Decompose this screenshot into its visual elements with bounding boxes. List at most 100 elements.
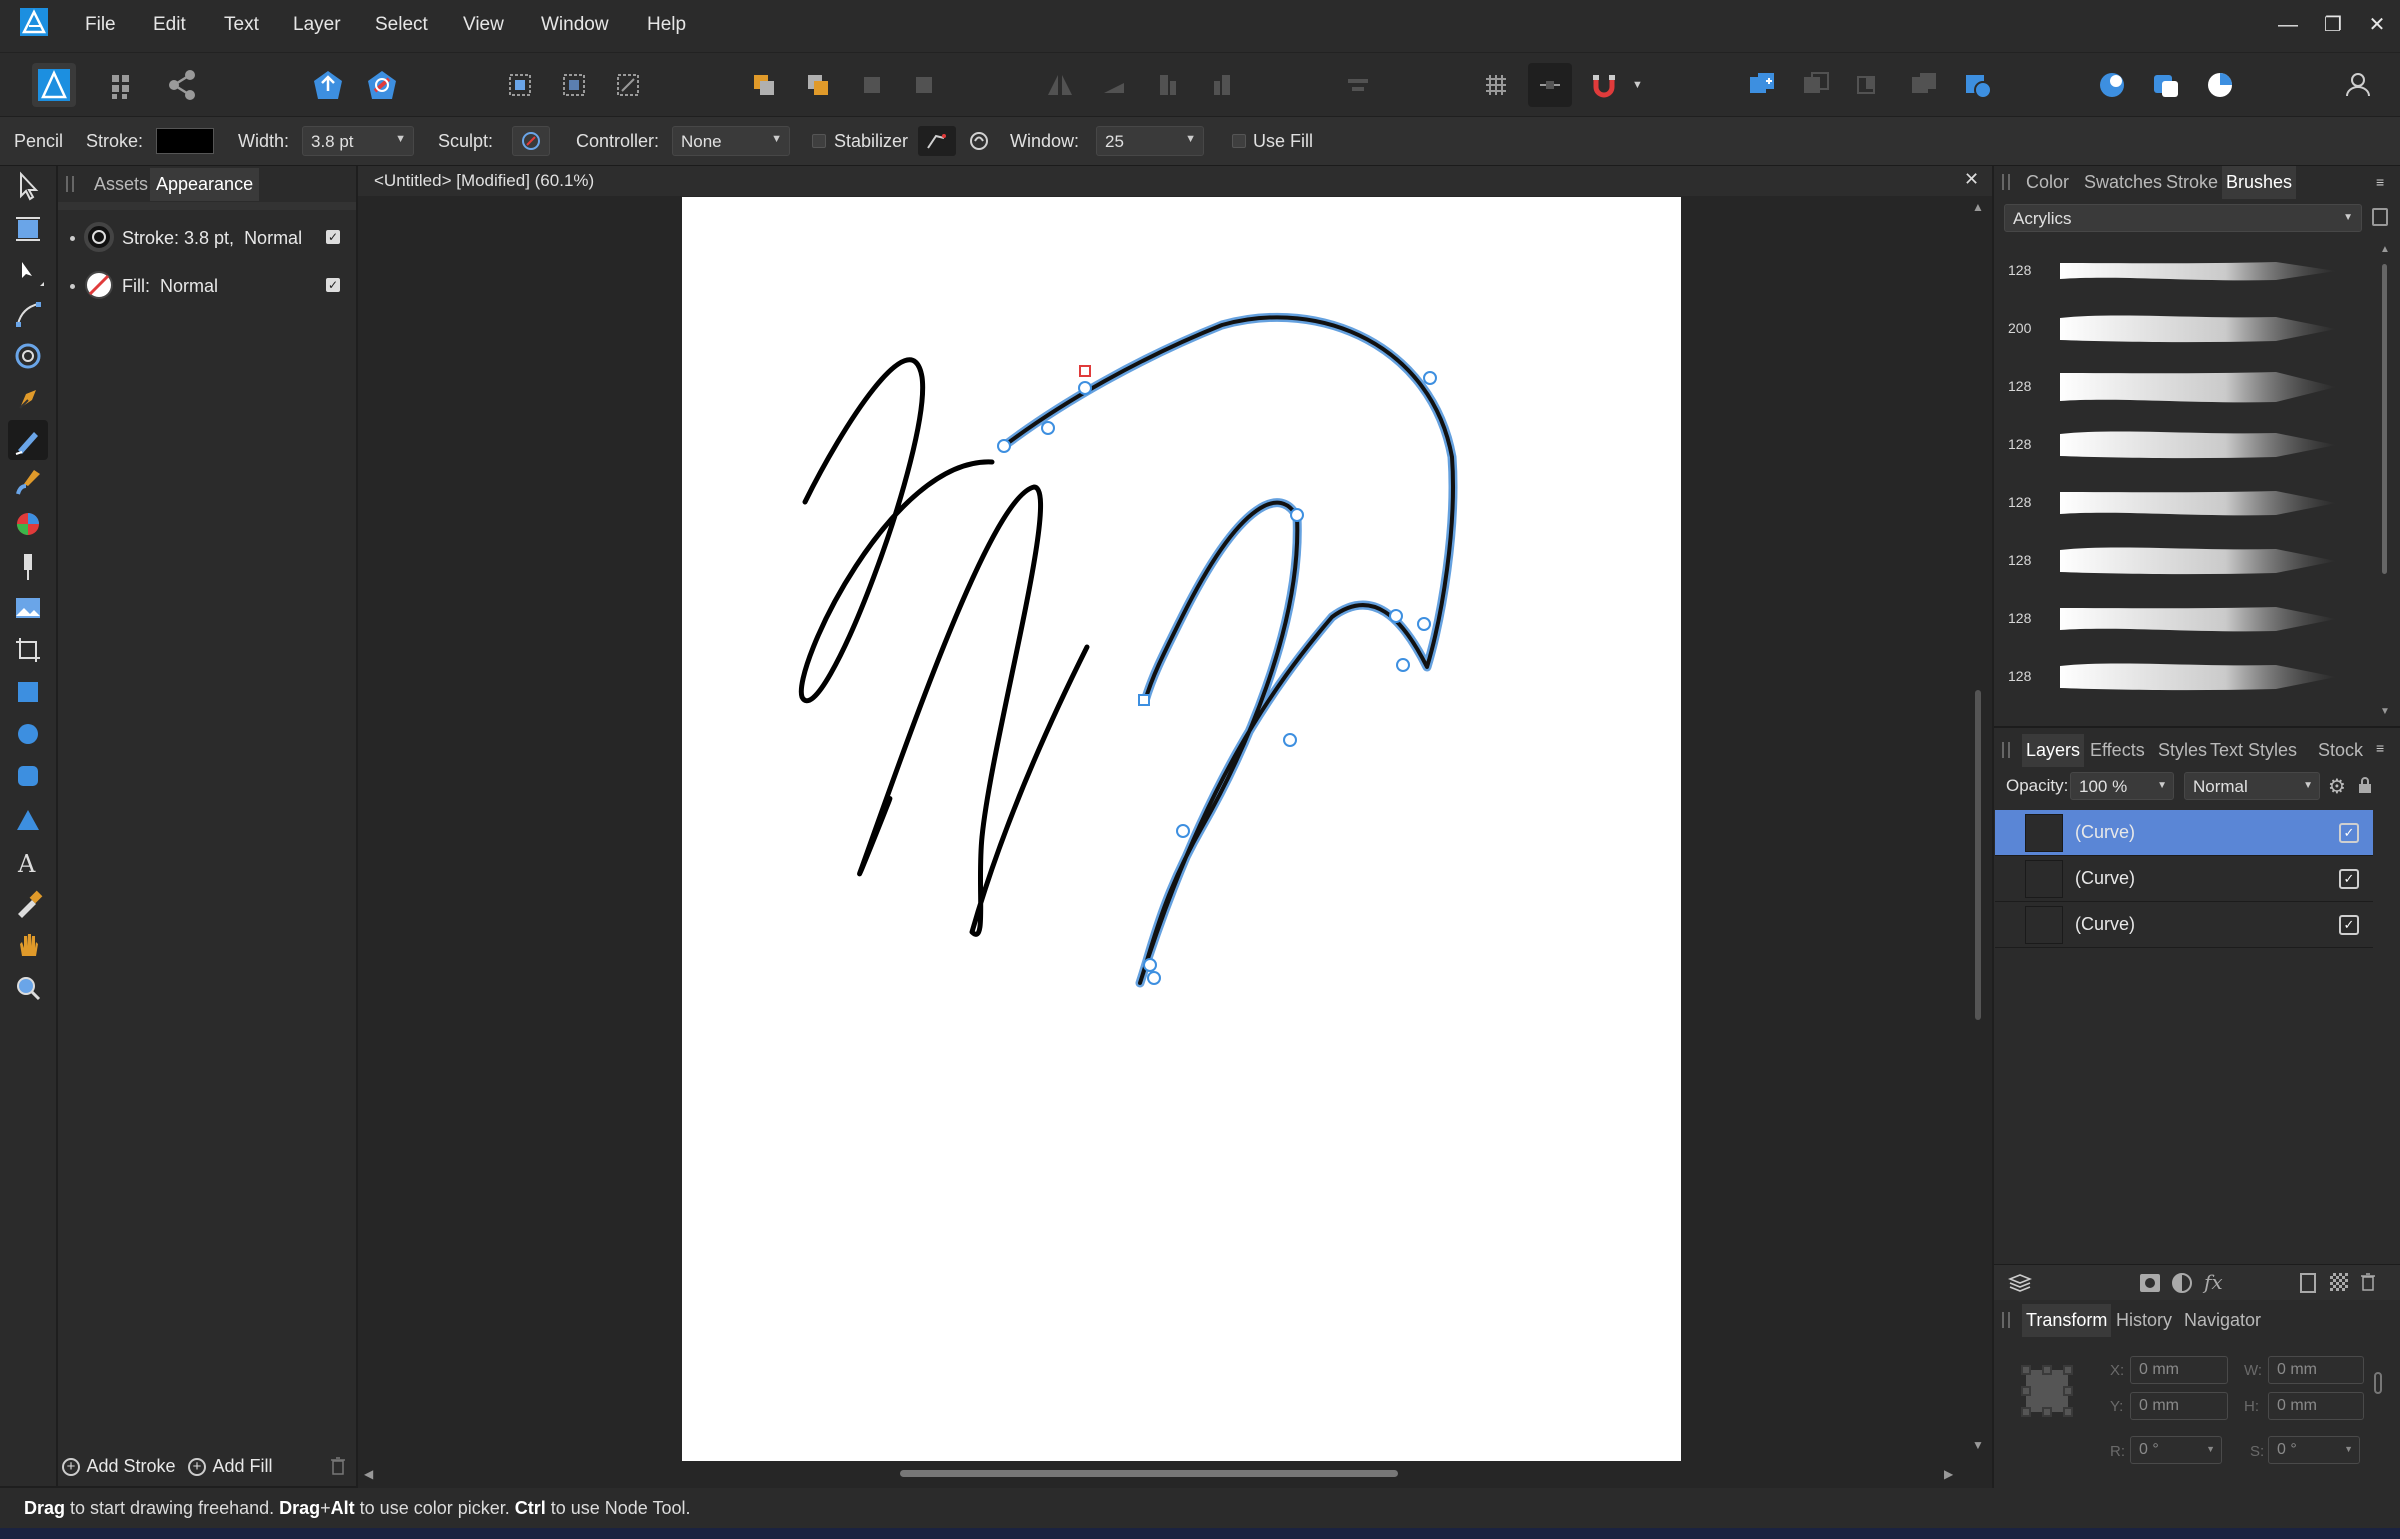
brush-preset[interactable]: 128 <box>2008 416 2378 474</box>
path-node[interactable] <box>1396 658 1410 672</box>
scroll-up-icon[interactable]: ▲ <box>1972 200 1984 214</box>
brush-preset[interactable]: 128 <box>2008 648 2378 706</box>
no-fill-swatch-icon[interactable] <box>84 270 114 300</box>
controller-dropdown[interactable]: None ▼ <box>672 126 790 156</box>
boolean-divide-icon[interactable] <box>1956 63 2000 107</box>
ellipse-tool-icon[interactable] <box>8 714 48 754</box>
tab-navigator[interactable]: Navigator <box>2180 1304 2265 1337</box>
node-tool-icon[interactable] <box>8 252 48 292</box>
arrange-back-icon[interactable] <box>742 63 786 107</box>
sync-icon[interactable] <box>306 63 350 107</box>
snapping-magnet-icon[interactable] <box>1582 63 1626 107</box>
panel-menu-icon[interactable]: ≡ <box>2376 174 2384 190</box>
menu-view[interactable]: View <box>463 14 504 36</box>
path-node[interactable] <box>1417 617 1431 631</box>
opacity-dropdown[interactable]: 100 % ▼ <box>2070 772 2174 800</box>
layer-row[interactable]: (Curve) ✓ <box>1995 856 2373 902</box>
tab-stroke[interactable]: Stroke <box>2162 166 2222 199</box>
new-layer-icon[interactable] <box>2300 1273 2316 1293</box>
selected-curve[interactable] <box>1002 315 1455 985</box>
boolean-xor-icon[interactable] <box>1902 63 1946 107</box>
arrange-top-icon[interactable] <box>902 63 946 107</box>
horizontal-scrollbar[interactable] <box>900 1470 1398 1477</box>
new-pixel-layer-icon[interactable] <box>2330 1273 2348 1291</box>
layer-row[interactable]: (Curve) ✓ <box>1995 810 2373 856</box>
insert-inside-icon[interactable] <box>2090 63 2134 107</box>
text-tool-icon[interactable]: A <box>8 842 48 882</box>
invert-selection-icon[interactable] <box>606 63 650 107</box>
contour-tool-icon[interactable] <box>8 336 48 376</box>
menu-text[interactable]: Text <box>224 14 259 36</box>
shear-field[interactable]: 0 ° ▼ <box>2268 1436 2360 1464</box>
flip-vertical-icon[interactable] <box>1092 63 1136 107</box>
move-tool-icon[interactable] <box>8 166 48 206</box>
snapping-dropdown-icon[interactable]: ▼ <box>1632 79 1643 91</box>
brush-list-scroll-up-icon[interactable]: ▲ <box>2380 244 2390 255</box>
tab-text-styles[interactable]: Text Styles <box>2206 734 2301 767</box>
brush-list-view-icon[interactable] <box>2372 208 2388 226</box>
scroll-right-icon[interactable]: ▶ <box>1944 1467 1953 1481</box>
menu-help[interactable]: Help <box>647 14 686 36</box>
pen-tool-icon[interactable] <box>8 378 48 418</box>
stroke-color-swatch[interactable] <box>156 128 214 154</box>
add-stroke-button[interactable]: + Add Stroke <box>62 1456 176 1480</box>
mask-icon[interactable] <box>2140 1274 2160 1292</box>
vector-brush-tool-icon[interactable] <box>8 462 48 502</box>
sculpt-mode-icon[interactable] <box>512 126 550 156</box>
tab-color[interactable]: Color <box>2022 166 2073 199</box>
path-start-node[interactable] <box>1079 365 1091 377</box>
link-icon[interactable] <box>2374 1372 2382 1394</box>
add-fill-button[interactable]: + Add Fill <box>188 1456 272 1480</box>
blend-mode-dropdown[interactable]: Normal ▼ <box>2184 772 2320 800</box>
panel-grip-icon[interactable] <box>2002 1312 2010 1328</box>
rounded-rectangle-tool-icon[interactable] <box>8 756 48 796</box>
zoom-tool-icon[interactable] <box>8 968 48 1008</box>
tab-stock[interactable]: Stock <box>2314 734 2367 767</box>
lock-icon[interactable] <box>2358 776 2372 793</box>
fx-icon[interactable]: fx <box>2204 1270 2223 1294</box>
triangle-tool-icon[interactable] <box>8 800 48 840</box>
pencil-tool-icon[interactable] <box>8 420 48 460</box>
layer-visibility-checkbox[interactable]: ✓ <box>2339 823 2359 843</box>
stroke-visible-checkbox[interactable]: ✓ <box>326 230 340 244</box>
designer-persona-icon[interactable] <box>32 63 76 107</box>
menu-edit[interactable]: Edit <box>153 14 186 36</box>
path-node[interactable] <box>1176 824 1190 838</box>
x-field[interactable]: 0 mm <box>2130 1356 2228 1384</box>
select-all-icon[interactable] <box>498 63 542 107</box>
panel-grip-icon[interactable] <box>66 176 74 192</box>
assistant-icon[interactable] <box>360 63 404 107</box>
app-logo-icon[interactable] <box>20 8 48 36</box>
align-icon[interactable] <box>1336 63 1380 107</box>
flip-horizontal-icon[interactable] <box>1038 63 1082 107</box>
fill-row[interactable]: Fill: Normal ✓ <box>58 268 356 304</box>
rectangle-tool-icon[interactable] <box>8 672 48 712</box>
rope-mode-icon[interactable] <box>918 126 956 156</box>
close-document-icon[interactable]: ✕ <box>1964 169 1979 190</box>
menu-file[interactable]: File <box>85 14 116 36</box>
layer-visibility-checkbox[interactable]: ✓ <box>2339 915 2359 935</box>
tab-transform[interactable]: Transform <box>2022 1304 2112 1337</box>
fill-tool-icon[interactable] <box>8 504 48 544</box>
delete-icon[interactable] <box>330 1456 346 1476</box>
snapping-mode-icon[interactable] <box>1528 63 1572 107</box>
tab-assets[interactable]: Assets <box>88 168 154 201</box>
insert-top-icon[interactable] <box>2198 63 2242 107</box>
boolean-add-icon[interactable] <box>1740 63 1784 107</box>
brush-category-dropdown[interactable]: Acrylics ▼ <box>2004 204 2362 232</box>
brush-preset[interactable]: 128 <box>2008 532 2378 590</box>
close-window-button[interactable]: ✕ <box>2362 10 2392 40</box>
drawing-svg[interactable] <box>682 197 1681 1461</box>
layer-row[interactable]: (Curve) ✓ <box>1995 902 2373 948</box>
view-tool-icon[interactable] <box>8 926 48 966</box>
brush-preset[interactable]: 128 <box>2008 590 2378 648</box>
rotate-left-icon[interactable] <box>1146 63 1190 107</box>
panel-menu-icon[interactable]: ≡ <box>2376 740 2384 756</box>
tab-layers[interactable]: Layers <box>2022 734 2085 767</box>
menu-window[interactable]: Window <box>541 14 609 36</box>
path-node[interactable] <box>1041 421 1055 435</box>
stroke-row[interactable]: Stroke: 3.8 pt, Normal ✓ <box>58 220 356 256</box>
insert-behind-icon[interactable] <box>2144 63 2188 107</box>
window-dropdown[interactable]: 25 ▼ <box>1096 126 1204 156</box>
layer-visibility-checkbox[interactable]: ✓ <box>2339 869 2359 889</box>
